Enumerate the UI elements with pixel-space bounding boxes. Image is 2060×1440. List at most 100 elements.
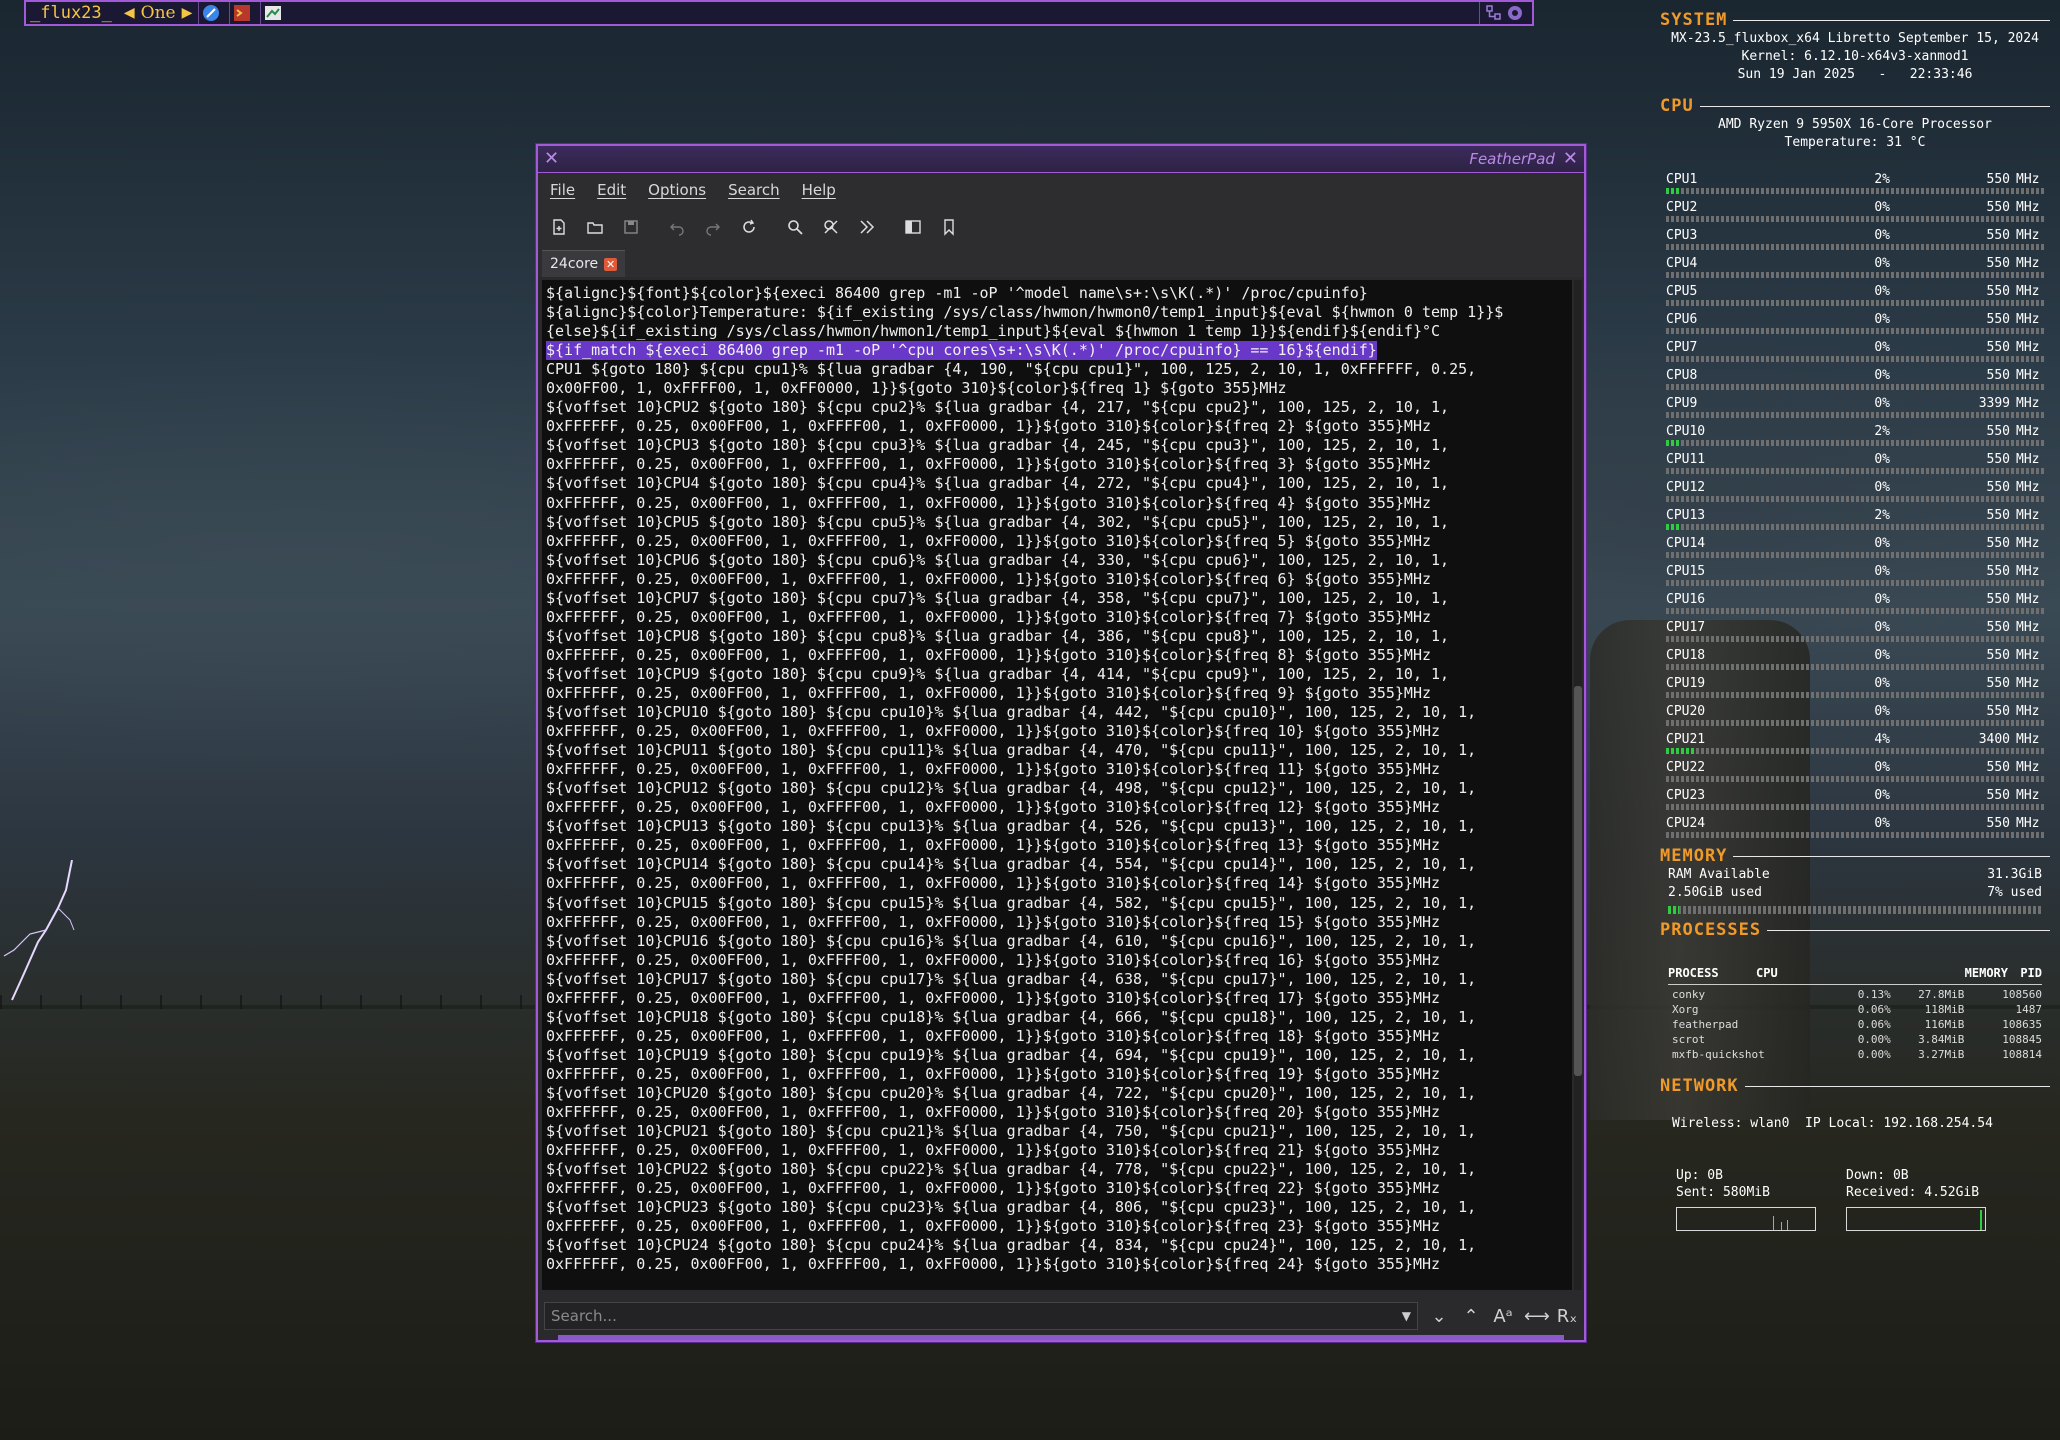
datetime-info: Sun 19 Jan 2025 - 22:33:46 — [1737, 67, 1973, 82]
tab-close-icon[interactable]: ✕ — [604, 257, 618, 271]
code-line: {else}${if_existing /sys/class/hwmon/hwm… — [546, 322, 1441, 341]
cpu-core-unit: MHz — [2016, 704, 2040, 719]
cpu-core-frequency: 3399 — [1978, 396, 2010, 411]
processes-heading: PROCESSES — [1660, 920, 1762, 940]
side-pane-icon[interactable] — [902, 216, 924, 238]
cpu-core-name: CPU3 — [1666, 228, 1698, 243]
menu-file[interactable]: File — [550, 181, 575, 199]
text-editor-area[interactable]: ${alignc}${font}${color}${execi 86400 gr… — [542, 280, 1572, 1290]
browser-icon[interactable] — [198, 2, 223, 24]
process-pid: 108845 — [2002, 1033, 2042, 1046]
cpu-core-name: CPU23 — [1666, 788, 1706, 803]
find-icon[interactable] — [784, 216, 806, 238]
code-line: 0xFFFFFF, 0.25, 0x00FF00, 1, 0xFFFF00, 1… — [546, 569, 1432, 588]
settings-tray-icon[interactable] — [1507, 5, 1523, 21]
cpu-temperature: Temperature: 31 °C — [1784, 135, 1926, 150]
go-to-line-icon[interactable] — [856, 216, 878, 238]
workspace-next-button[interactable]: ▶ — [182, 5, 193, 21]
process-cpu: 0.00% — [1857, 1033, 1891, 1046]
cpu-core-row: CPU24 0% 550 MHz — [1660, 810, 2050, 838]
save-icon[interactable] — [620, 216, 642, 238]
code-line: ${voffset 10}CPU13 ${goto 180} ${cpu cpu… — [546, 817, 1477, 836]
tab-24core[interactable]: 24core ✕ — [542, 250, 626, 277]
code-line: 0xFFFFFF, 0.25, 0x00FF00, 1, 0xFFFF00, 1… — [546, 950, 1441, 969]
cpu-core-percent: 0% — [1874, 452, 1890, 467]
menu-options[interactable]: Options — [648, 181, 706, 199]
process-row: Xorg 0.06% 118MiB 1487 — [1660, 1002, 2050, 1017]
cpu-core-row: CPU22 0% 550 MHz — [1660, 754, 2050, 782]
code-line: ${voffset 10}CPU22 ${goto 180} ${cpu cpu… — [546, 1160, 1477, 1179]
col-cpu: CPU — [1756, 966, 1778, 980]
toolbar-title: _flux23_ — [30, 3, 112, 23]
cpu-core-frequency: 3400 — [1978, 732, 2010, 747]
terminal-icon[interactable] — [229, 2, 254, 24]
horizontal-scrollbar[interactable] — [558, 1335, 1564, 1340]
whole-word-icon[interactable]: ⟷ — [1524, 1306, 1550, 1327]
cpu-core-row: CPU6 0% 550 MHz — [1660, 306, 2050, 334]
image-viewer-icon[interactable] — [260, 2, 285, 24]
lightning-bolt — [3, 860, 75, 1001]
search-input[interactable]: Search... ▼ — [544, 1302, 1418, 1330]
workspace-prev-button[interactable]: ◀ — [124, 5, 135, 21]
code-line: ${if_match ${execi 86400 grep -m1 -oP '^… — [546, 341, 1377, 361]
cpu-core-unit: MHz — [2016, 592, 2040, 607]
code-line: ${voffset 10}CPU12 ${goto 180} ${cpu cpu… — [546, 779, 1477, 798]
reload-icon[interactable] — [738, 216, 760, 238]
code-line: 0xFFFFFF, 0.25, 0x00FF00, 1, 0xFFFF00, 1… — [546, 798, 1441, 817]
menu-help[interactable]: Help — [802, 181, 836, 199]
cpu-core-name: CPU24 — [1666, 816, 1706, 831]
regex-icon[interactable]: Rₓ — [1556, 1306, 1578, 1327]
undo-icon[interactable] — [666, 216, 688, 238]
download-column: Down: 0B Received: 4.52GiB — [1846, 1167, 1996, 1231]
menu-edit[interactable]: Edit — [597, 181, 626, 199]
new-file-icon[interactable] — [548, 216, 570, 238]
section-divider — [1744, 1085, 2050, 1087]
cpu-core-unit: MHz — [2016, 284, 2040, 299]
find-next-icon[interactable]: ⌄ — [1428, 1306, 1450, 1327]
cpu-core-name: CPU9 — [1666, 396, 1698, 411]
redo-icon[interactable] — [702, 216, 724, 238]
process-memory: 3.84MiB — [1918, 1033, 1965, 1046]
process-memory: 118MiB — [1924, 1003, 1965, 1016]
titlebar-close-icon[interactable]: ✕ — [544, 150, 559, 168]
cpu-core-percent: 0% — [1874, 256, 1890, 271]
code-line: 0xFFFFFF, 0.25, 0x00FF00, 1, 0xFFFF00, 1… — [546, 1217, 1441, 1236]
cpu-core-unit: MHz — [2016, 732, 2040, 747]
replace-icon[interactable] — [820, 216, 842, 238]
find-previous-icon[interactable]: ⌃ — [1460, 1306, 1482, 1327]
upload-graph-svg — [1773, 1216, 1788, 1230]
fluxbox-toolbar: _flux23_ ◀ One ▶ — [24, 0, 1534, 26]
window-close-button[interactable]: ✕ — [1563, 150, 1578, 168]
network-tray-icon[interactable] — [1485, 4, 1503, 22]
cpu-core-name: CPU10 — [1666, 424, 1706, 439]
system-tray — [1479, 2, 1528, 24]
code-line: ${voffset 10}CPU18 ${goto 180} ${cpu cpu… — [546, 1007, 1477, 1026]
cpu-core-frequency: 550 — [1986, 760, 2010, 775]
code-line: ${voffset 10}CPU4 ${goto 180} ${cpu cpu4… — [546, 474, 1450, 493]
download-graph — [1846, 1207, 1986, 1231]
code-line: 0xFFFFFF, 0.25, 0x00FF00, 1, 0xFFFF00, 1… — [546, 1179, 1441, 1198]
workspace-name[interactable]: One — [141, 3, 176, 23]
cpu-core-name: CPU6 — [1666, 312, 1698, 327]
menu-search[interactable]: Search — [728, 181, 780, 199]
cpu-core-row: CPU4 0% 550 MHz — [1660, 250, 2050, 278]
cpu-core-percent: 2% — [1874, 424, 1890, 439]
scrollbar-thumb[interactable] — [1574, 686, 1582, 1076]
search-history-dropdown-icon[interactable]: ▼ — [1402, 1309, 1411, 1323]
code-line: 0xFFFFFF, 0.25, 0x00FF00, 1, 0xFFFF00, 1… — [546, 912, 1441, 931]
window-titlebar[interactable]: ✕ FeatherPad ✕ — [538, 146, 1584, 173]
cpu-core-frequency: 550 — [1986, 648, 2010, 663]
bookmark-icon[interactable] — [938, 216, 960, 238]
cpu-core-unit: MHz — [2016, 228, 2040, 243]
code-line: ${alignc}${font}${color}${execi 86400 gr… — [546, 284, 1368, 302]
code-line: ${voffset 10}CPU6 ${goto 180} ${cpu cpu6… — [546, 550, 1450, 569]
cpu-core-percent: 0% — [1874, 200, 1890, 215]
cpu-core-row: CPU3 0% 550 MHz — [1660, 222, 2050, 250]
code-line: ${voffset 10}CPU16 ${goto 180} ${cpu cpu… — [546, 931, 1477, 950]
match-case-icon[interactable]: Aᵃ — [1492, 1306, 1514, 1327]
process-memory: 116MiB — [1924, 1018, 1965, 1031]
upload-column: Up: 0B Sent: 580MiB — [1676, 1167, 1826, 1231]
upload-graph — [1676, 1207, 1816, 1231]
cpu-core-percent: 2% — [1874, 172, 1890, 187]
open-folder-icon[interactable] — [584, 216, 606, 238]
